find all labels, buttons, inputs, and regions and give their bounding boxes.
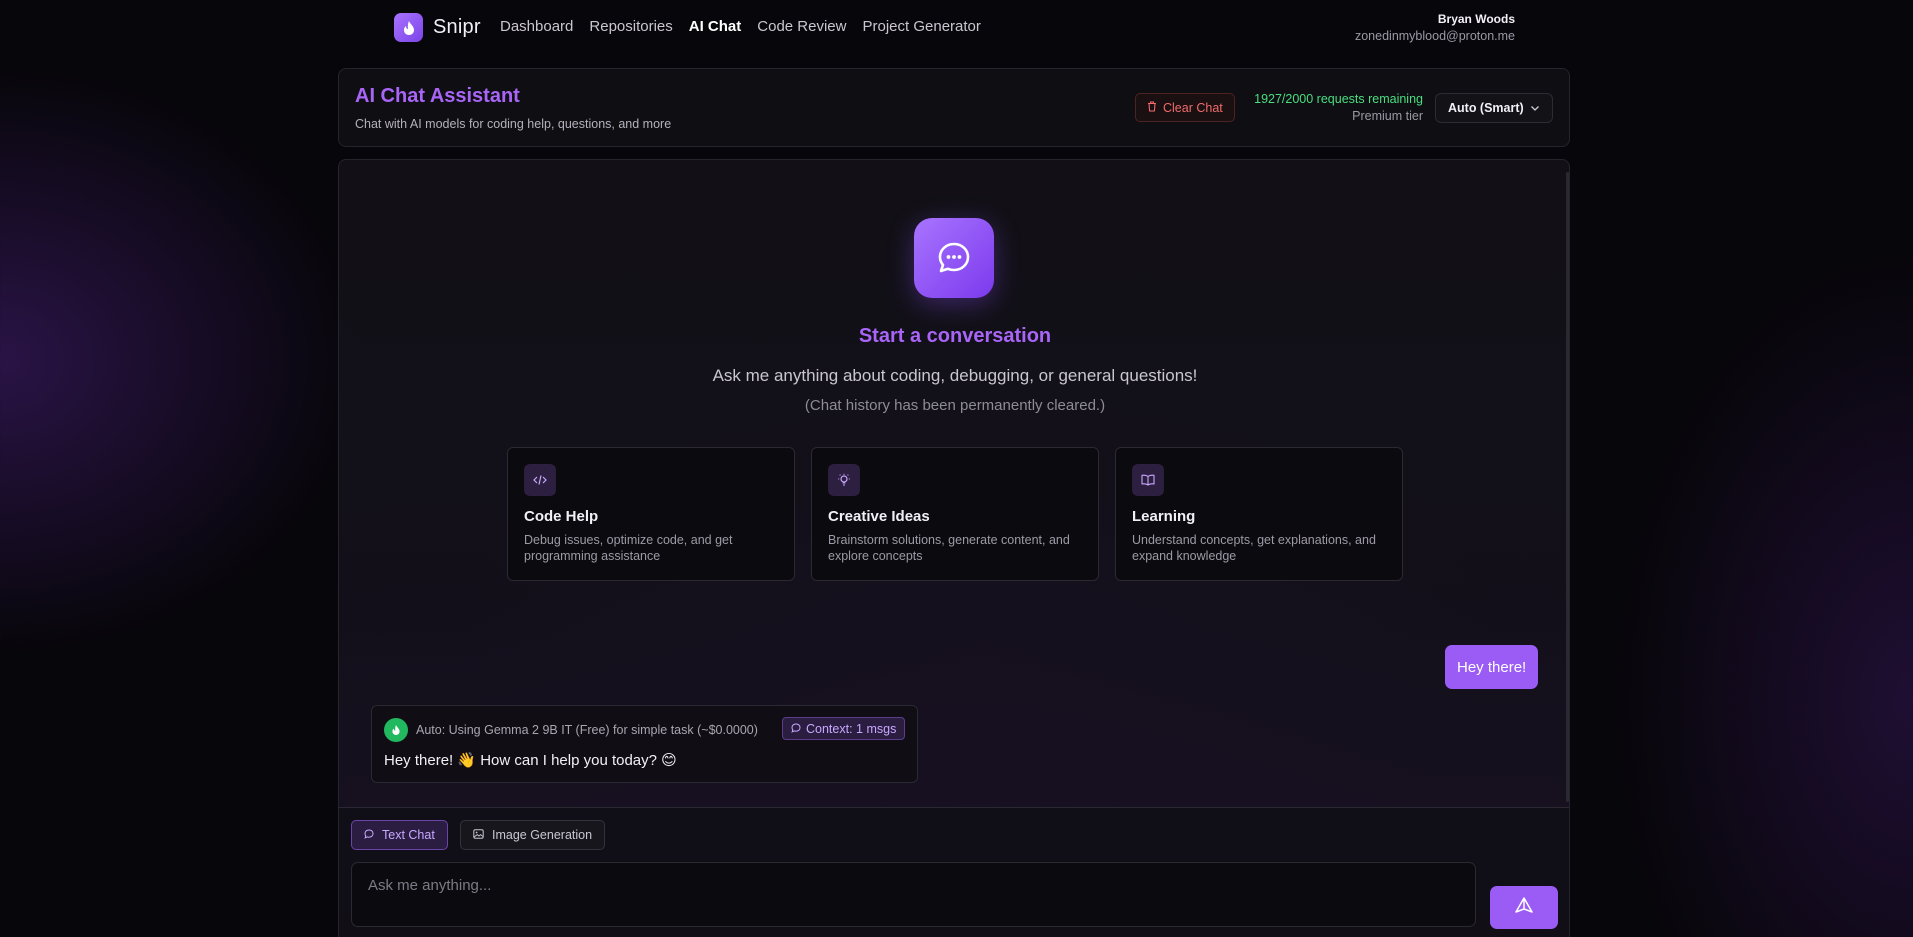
brand-name: Snipr xyxy=(433,16,481,38)
card-title: Learning xyxy=(1132,508,1196,525)
top-nav: Snipr Dashboard Repositories AI Chat Cod… xyxy=(0,0,1913,56)
assistant-message: Auto: Using Gemma 2 9B IT (Free) for sim… xyxy=(371,705,918,783)
suggestion-card-creative-ideas[interactable]: Creative Ideas Brainstorm solutions, gen… xyxy=(811,447,1099,581)
chat-scrollbar[interactable] xyxy=(1566,172,1569,802)
card-description: Brainstorm solutions, generate content, … xyxy=(828,533,1070,563)
brand[interactable]: Snipr xyxy=(394,13,481,42)
chat-bubble-icon xyxy=(791,722,801,736)
assistant-message-text: Hey there! 👋 How can I help you today? 😊 xyxy=(384,752,677,769)
model-select-value: Auto (Smart) xyxy=(1448,101,1524,115)
card-title: Code Help xyxy=(524,508,599,525)
empty-state-note: (Chat history has been permanently clear… xyxy=(804,397,1106,414)
chat-panel: Start a conversation Ask me anything abo… xyxy=(338,159,1570,937)
message-input[interactable] xyxy=(351,862,1476,927)
user-email: zonedinmyblood@proton.me xyxy=(1354,29,1515,43)
context-badge-label: Context: 1 msgs xyxy=(806,721,897,736)
image-icon xyxy=(473,828,484,842)
page-title: AI Chat Assistant xyxy=(355,85,520,107)
card-title: Creative Ideas xyxy=(828,508,930,525)
empty-state-subtitle: Ask me anything about coding, debugging,… xyxy=(712,366,1198,385)
card-description: Understand concepts, get explanations, a… xyxy=(1132,533,1376,563)
empty-state-title: Start a conversation xyxy=(858,325,1052,347)
user-name: Bryan Woods xyxy=(1437,12,1515,26)
nav-link-ai-chat[interactable]: AI Chat xyxy=(689,18,742,35)
chat-bubble-icon xyxy=(914,218,994,298)
chat-bubble-icon xyxy=(364,828,374,842)
nav-link-code-review[interactable]: Code Review xyxy=(757,18,846,35)
nav-links: Dashboard Repositories AI Chat Code Revi… xyxy=(500,18,981,35)
flame-icon xyxy=(384,718,408,742)
user-message: Hey there! xyxy=(1445,645,1539,689)
clear-chat-label: Clear Chat xyxy=(1163,100,1223,115)
chevron-down-icon xyxy=(1530,101,1540,115)
suggestion-card-code-help[interactable]: Code Help Debug issues, optimize code, a… xyxy=(507,447,795,581)
send-icon xyxy=(1515,897,1533,918)
chat-header: AI Chat Assistant Chat with AI models fo… xyxy=(338,68,1570,147)
quota-count: 1927/2000 requests remaining xyxy=(1254,92,1423,106)
book-icon xyxy=(1132,464,1164,496)
composer: Text Chat Image Generation xyxy=(339,807,1569,937)
nav-link-repositories[interactable]: Repositories xyxy=(589,18,672,35)
model-select[interactable]: Auto (Smart) xyxy=(1435,93,1553,123)
send-button[interactable] xyxy=(1490,886,1558,929)
nav-link-project-generator[interactable]: Project Generator xyxy=(862,18,980,35)
quota-tier: Premium tier xyxy=(1352,109,1423,123)
tab-image-generation[interactable]: Image Generation xyxy=(460,820,606,850)
request-quota: 1927/2000 requests remaining Premium tie… xyxy=(1249,92,1423,123)
model-routing-info: Auto: Using Gemma 2 9B IT (Free) for sim… xyxy=(416,723,758,737)
tab-label: Text Chat xyxy=(382,828,435,842)
clear-chat-button[interactable]: Clear Chat xyxy=(1135,93,1235,122)
tab-text-chat[interactable]: Text Chat xyxy=(351,820,448,850)
lightbulb-icon xyxy=(828,464,860,496)
card-description: Debug issues, optimize code, and get pro… xyxy=(524,533,733,563)
trash-icon xyxy=(1147,100,1157,115)
context-badge: Context: 1 msgs xyxy=(782,717,906,740)
page-subtitle: Chat with AI models for coding help, que… xyxy=(355,117,672,131)
flame-icon xyxy=(394,13,423,42)
code-icon xyxy=(524,464,556,496)
tab-label: Image Generation xyxy=(492,828,593,842)
nav-link-dashboard[interactable]: Dashboard xyxy=(500,18,573,35)
user-menu[interactable]: Bryan Woods zonedinmyblood@proton.me xyxy=(1355,12,1515,43)
suggestion-card-learning[interactable]: Learning Understand concepts, get explan… xyxy=(1115,447,1403,581)
